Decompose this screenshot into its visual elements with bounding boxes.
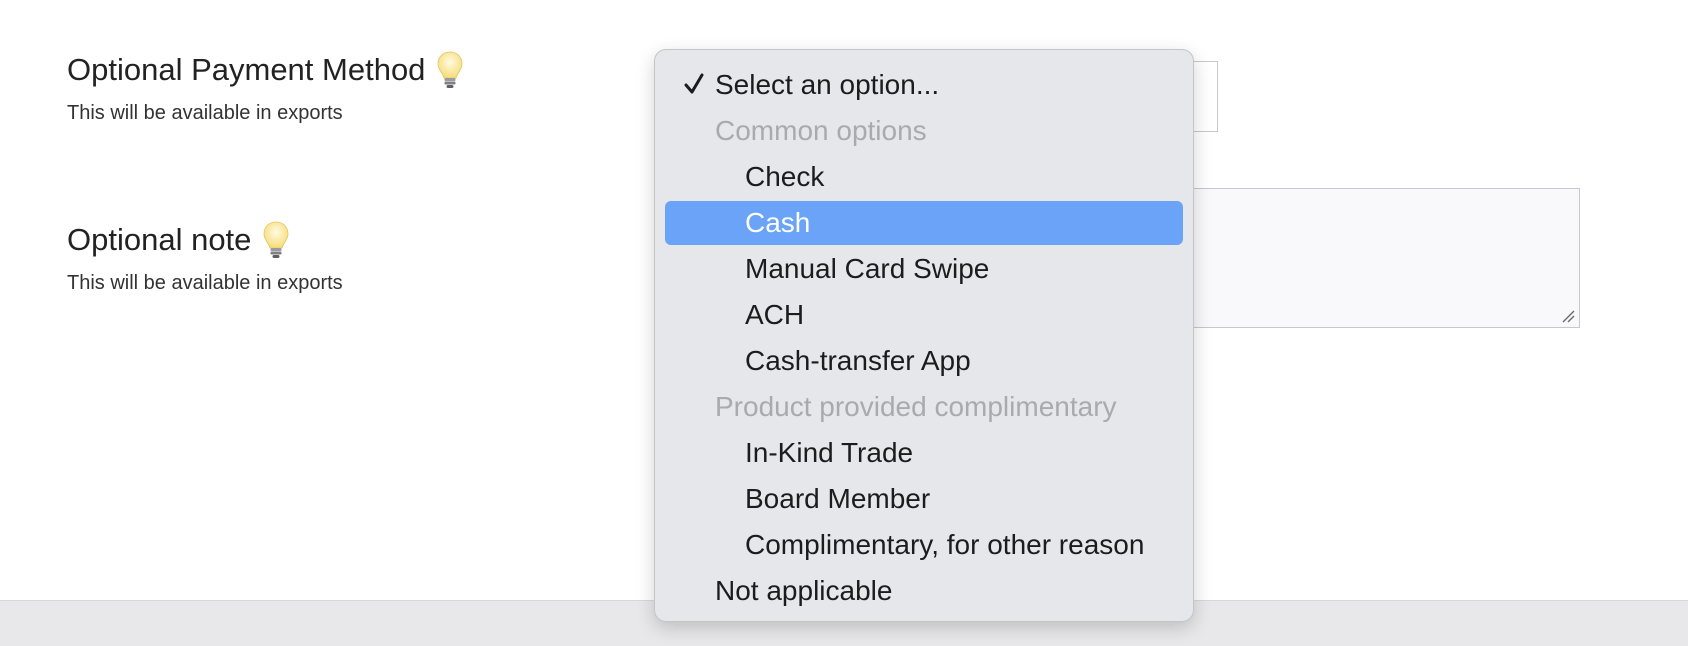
form-page: Optional Payment Method This will be ava… bbox=[0, 0, 1688, 646]
menu-option-label: Select an option... bbox=[715, 69, 940, 100]
note-help-text: This will be available in exports bbox=[67, 272, 343, 294]
note-label-text: Optional note bbox=[67, 222, 252, 257]
menu-option-cash-transfer-app[interactable]: Cash-transfer App bbox=[665, 339, 1183, 383]
menu-group-label: Common options bbox=[715, 115, 927, 146]
lightbulb-icon[interactable] bbox=[263, 220, 289, 260]
menu-option-label: Manual Card Swipe bbox=[745, 253, 990, 284]
menu-option-label: Not applicable bbox=[715, 575, 893, 606]
menu-option-board-member[interactable]: Board Member bbox=[665, 477, 1183, 521]
menu-option-manual-card-swipe[interactable]: Manual Card Swipe bbox=[665, 247, 1183, 291]
payment-method-label: Optional Payment Method bbox=[67, 50, 463, 90]
menu-option-label: Complimentary, for other reason bbox=[745, 529, 1145, 560]
payment-method-dropdown-menu: Select an option... Common options Check… bbox=[654, 49, 1194, 622]
menu-option-not-applicable[interactable]: Not applicable bbox=[665, 569, 1183, 613]
menu-option-label: Cash bbox=[745, 207, 811, 238]
menu-option-label: In-Kind Trade bbox=[745, 437, 914, 468]
menu-option-ach[interactable]: ACH bbox=[665, 293, 1183, 337]
payment-method-help-text: This will be available in exports bbox=[67, 102, 343, 124]
menu-option-label: ACH bbox=[745, 299, 805, 330]
menu-option-in-kind-trade[interactable]: In-Kind Trade bbox=[665, 431, 1183, 475]
menu-option-cash[interactable]: Cash bbox=[665, 201, 1183, 245]
menu-option-complimentary-other[interactable]: Complimentary, for other reason bbox=[665, 523, 1183, 567]
menu-group-common-options: Common options bbox=[665, 109, 1183, 153]
menu-option-label: Check bbox=[745, 161, 825, 192]
note-label: Optional note bbox=[67, 220, 289, 260]
menu-option-select-an-option[interactable]: Select an option... bbox=[665, 63, 1183, 107]
menu-option-label: Cash-transfer App bbox=[745, 345, 971, 376]
resize-handle-icon[interactable] bbox=[1561, 309, 1575, 323]
payment-method-label-text: Optional Payment Method bbox=[67, 52, 426, 87]
menu-group-product-provided-complimentary: Product provided complimentary bbox=[665, 385, 1183, 429]
checkmark-icon bbox=[684, 73, 704, 94]
menu-option-check[interactable]: Check bbox=[665, 155, 1183, 199]
lightbulb-icon[interactable] bbox=[437, 50, 463, 90]
menu-group-label: Product provided complimentary bbox=[715, 391, 1117, 422]
menu-option-label: Board Member bbox=[745, 483, 931, 514]
